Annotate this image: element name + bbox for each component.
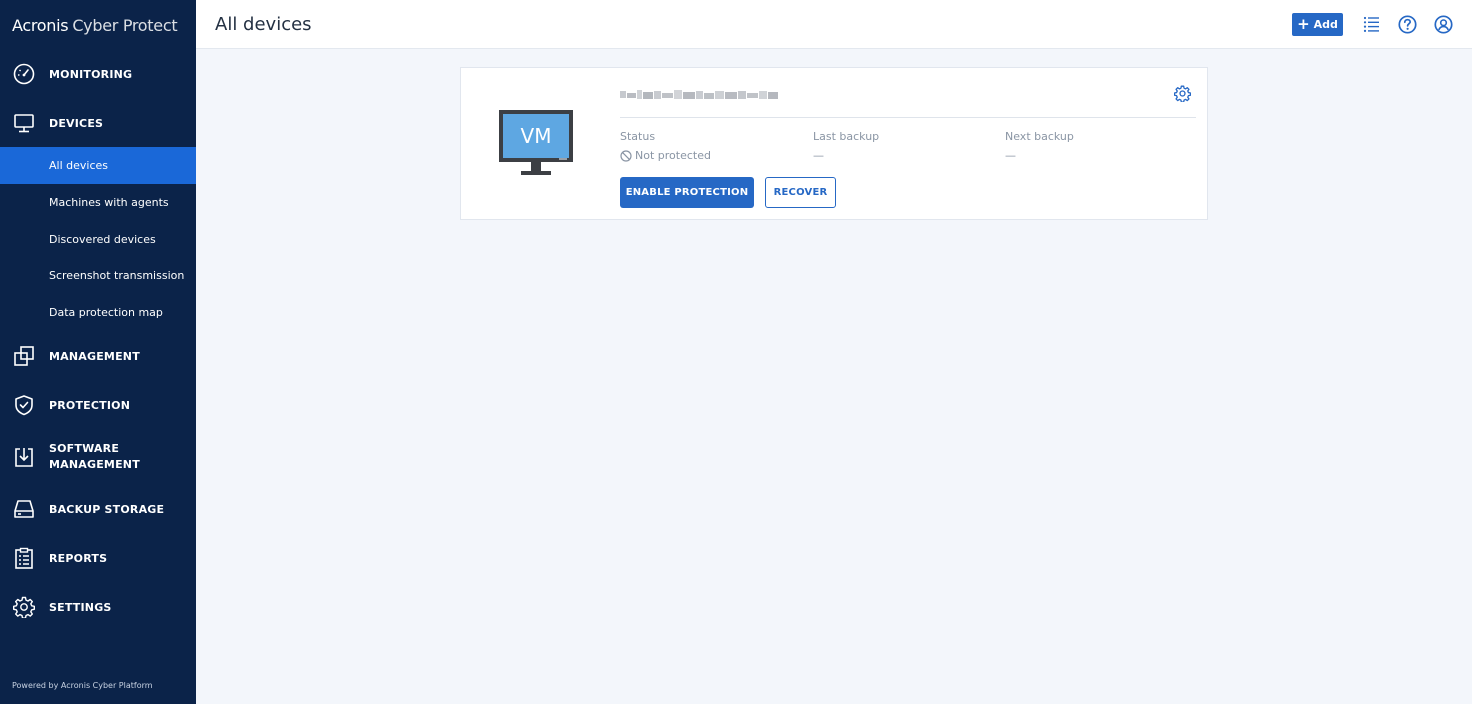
account-icon[interactable] xyxy=(1434,15,1453,34)
sidebar-item-label: MANAGEMENT xyxy=(49,349,140,363)
plus-icon: + xyxy=(1297,15,1310,33)
sidebar-item-reports[interactable]: REPORTS xyxy=(0,546,196,570)
sidebar-subitem-all-devices[interactable]: All devices xyxy=(0,147,196,184)
card-divider xyxy=(620,117,1196,118)
software-download-icon xyxy=(15,448,33,467)
last-backup-value: — xyxy=(813,149,824,162)
list-icon[interactable] xyxy=(1362,15,1381,34)
help-icon[interactable] xyxy=(1398,15,1417,34)
recover-button[interactable]: RECOVER xyxy=(765,177,836,208)
page-title: All devices xyxy=(215,14,312,35)
sidebar-item-protection[interactable]: PROTECTION xyxy=(0,393,196,417)
top-header: All devices + Add xyxy=(196,0,1472,49)
sidebar-item-label: REPORTS xyxy=(49,551,108,565)
brand-name: Acronis xyxy=(12,15,69,35)
sidebar-subitem-data-protection-map[interactable]: Data protection map xyxy=(0,294,196,331)
device-card: VM Status Last backup Next backup Not pr… xyxy=(460,67,1208,220)
not-protected-icon xyxy=(620,149,632,162)
sidebar-item-monitoring[interactable]: MONITORING xyxy=(0,62,196,86)
monitor-icon xyxy=(14,114,34,133)
status-label: Status xyxy=(620,130,656,143)
sidebar-subitem-discovered-devices[interactable]: Discovered devices xyxy=(0,221,196,258)
sidebar-item-software-management[interactable]: SOFTWARE MANAGEMENT xyxy=(0,441,196,473)
management-icon xyxy=(14,346,34,366)
next-backup-value: — xyxy=(1005,149,1016,162)
sidebar-subitem-machines-with-agents[interactable]: Machines with agents xyxy=(0,184,196,221)
sidebar-item-label: SETTINGS xyxy=(49,600,112,614)
device-name-redacted xyxy=(620,90,778,99)
status-value: Not protected xyxy=(620,149,711,162)
sidebar-item-devices[interactable]: DEVICES xyxy=(0,111,196,135)
next-backup-label: Next backup xyxy=(1005,130,1074,143)
status-value-text: Not protected xyxy=(635,149,711,162)
enable-protection-button[interactable]: ENABLE PROTECTION xyxy=(620,177,754,208)
vm-device-icon: VM xyxy=(498,110,574,176)
sidebar-item-label: MONITORING xyxy=(49,67,133,81)
last-backup-label: Last backup xyxy=(813,130,880,143)
shield-icon xyxy=(15,395,33,416)
sidebar-item-label: DEVICES xyxy=(49,116,104,130)
gear-icon xyxy=(13,596,35,618)
sidebar-item-backup-storage[interactable]: BACKUP STORAGE xyxy=(0,497,196,521)
sidebar-item-settings[interactable]: SETTINGS xyxy=(0,595,196,619)
vm-label: VM xyxy=(521,124,552,148)
gauge-icon xyxy=(13,63,35,85)
sidebar-item-management[interactable]: MANAGEMENT xyxy=(0,344,196,368)
storage-icon xyxy=(14,500,34,518)
brand-logo: Acronis Cyber Protect xyxy=(0,0,196,50)
brand-product: Cyber Protect xyxy=(72,15,178,35)
powered-by-text: Powered by Acronis Cyber Platform xyxy=(12,681,153,690)
add-button-label: Add xyxy=(1313,18,1338,31)
sidebar-subitem-screenshot-transmission[interactable]: Screenshot transmission xyxy=(0,257,196,294)
sidebar-item-label: PROTECTION xyxy=(49,398,131,412)
sidebar: Acronis Cyber Protect MONITORING DEVICES… xyxy=(0,0,196,704)
device-settings-gear-icon[interactable] xyxy=(1174,85,1191,102)
sidebar-item-label: MANAGEMENT xyxy=(49,458,140,471)
sidebar-item-label: SOFTWARE xyxy=(49,442,120,455)
add-button[interactable]: + Add xyxy=(1292,13,1343,36)
clipboard-icon xyxy=(15,547,33,569)
sidebar-item-label: BACKUP STORAGE xyxy=(49,502,165,516)
